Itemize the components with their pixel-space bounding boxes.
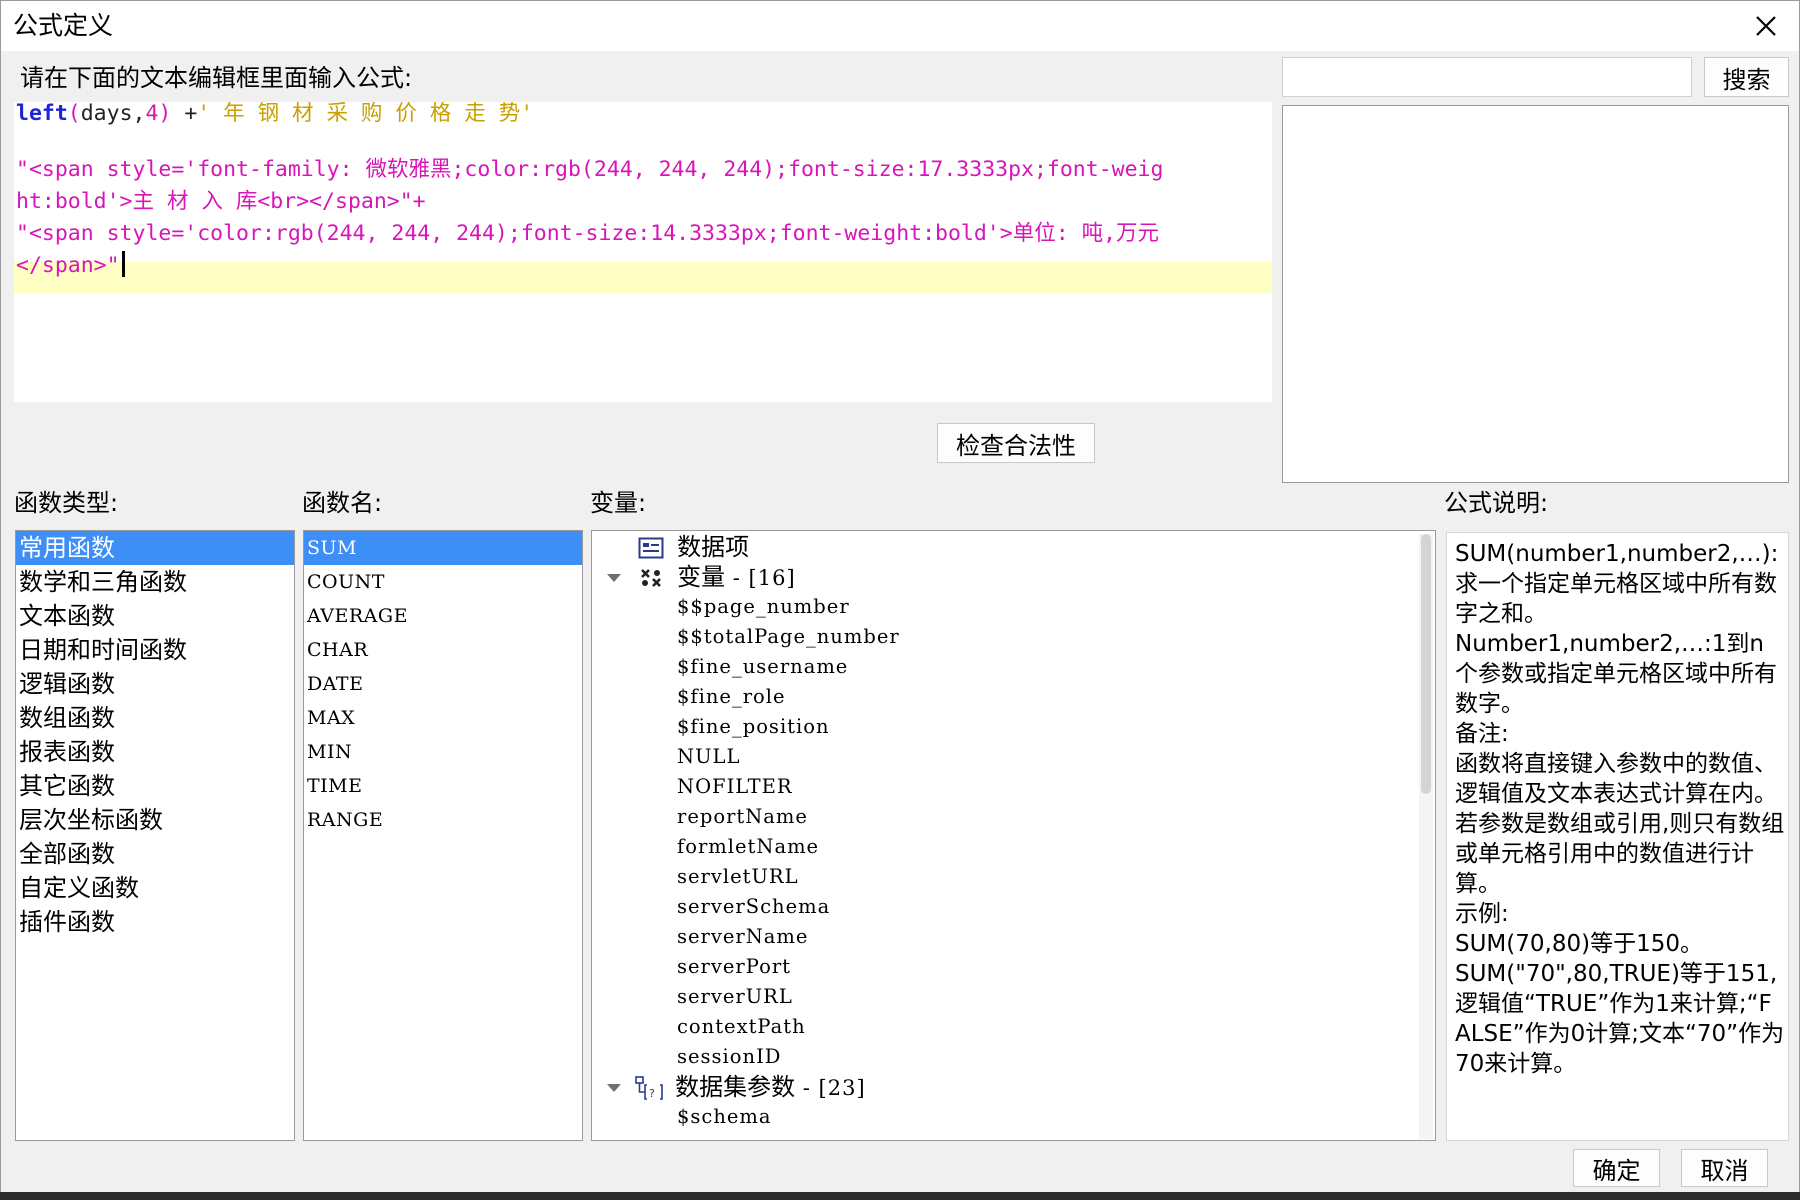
variable-item[interactable]: NULL: [677, 742, 740, 772]
function-name-item[interactable]: TIME: [304, 769, 582, 803]
function-types-label: 函数类型:: [14, 489, 119, 517]
current-line-highlight: [14, 262, 1272, 294]
code-line-3: "<span style='font-family: 微软雅黑;color:rg…: [16, 157, 1164, 182]
function-type-item[interactable]: 层次坐标函数: [16, 803, 294, 837]
code-string: ' 年 钢 材 采 购 价 格 走 势': [197, 102, 534, 126]
code-line-4: ht:bold'>主 材 入 库<br></span>"+: [16, 189, 426, 214]
formula-editor[interactable]: left(days,4) +' 年 钢 材 采 购 价 格 走 势' "<spa…: [14, 102, 1272, 402]
variables-scrollbar-thumb[interactable]: [1421, 534, 1431, 794]
code-comma: ,: [132, 102, 146, 126]
check-validity-button[interactable]: 检查合法性: [937, 423, 1095, 463]
tree-node-variables[interactable]: 变量 - [16]: [638, 562, 796, 592]
function-type-item[interactable]: 数学和三角函数: [16, 565, 294, 599]
function-names-list: SUM COUNT AVERAGE CHAR DATE MAX MIN TIME…: [303, 530, 583, 1141]
variable-item[interactable]: contextPath: [677, 1012, 806, 1042]
tree-node-count: - [23]: [795, 1076, 866, 1100]
function-type-item[interactable]: 其它函数: [16, 769, 294, 803]
variables-tree: 数据项 变量 - [16] $$page_number $$totalPage_…: [591, 530, 1436, 1141]
function-names-label: 函数名:: [302, 489, 383, 517]
tree-node-label: 变量: [677, 563, 726, 591]
code-number: 4: [145, 102, 159, 126]
variable-item[interactable]: $fine_position: [677, 712, 830, 742]
function-type-item[interactable]: 逻辑函数: [16, 667, 294, 701]
code-plus: +: [171, 102, 198, 126]
function-type-item[interactable]: 日期和时间函数: [16, 633, 294, 667]
code-line-5: "<span style='color:rgb(244, 244, 244);f…: [16, 221, 1160, 246]
function-type-item[interactable]: 自定义函数: [16, 871, 294, 905]
tree-node-label: 数据集参数: [675, 1073, 796, 1101]
function-name-item[interactable]: COUNT: [304, 565, 582, 599]
variable-item[interactable]: serverSchema: [677, 892, 830, 922]
search-button[interactable]: 搜索: [1704, 57, 1789, 97]
expand-arrow-icon[interactable]: [607, 574, 621, 582]
variable-item[interactable]: servletURL: [677, 862, 799, 892]
function-type-item[interactable]: 常用函数: [16, 531, 294, 565]
search-input[interactable]: [1282, 57, 1692, 97]
function-types-list: 常用函数 数学和三角函数 文本函数 日期和时间函数 逻辑函数 数组函数 报表函数…: [15, 530, 295, 1141]
description-label: 公式说明:: [1444, 489, 1549, 517]
search-results-panel: [1282, 105, 1789, 483]
tree-node-label: 数据项: [677, 533, 750, 561]
svg-text:?: ?: [649, 1087, 655, 1100]
variable-item[interactable]: $$page_number: [677, 592, 850, 622]
function-name-item[interactable]: RANGE: [304, 803, 582, 837]
code-function-name: left: [16, 102, 68, 126]
code-line-6: </span>": [16, 250, 125, 282]
function-name-item[interactable]: DATE: [304, 667, 582, 701]
function-type-item[interactable]: 插件函数: [16, 905, 294, 939]
formula-description-text: SUM(number1,number2,…):求一个指定单元格区域中所有数字之和…: [1455, 541, 1785, 1077]
window-title: 公式定义: [13, 11, 114, 40]
ok-button[interactable]: 确定: [1573, 1149, 1660, 1187]
tree-node-count: - [16]: [725, 566, 796, 590]
variable-item[interactable]: NOFILTER: [677, 772, 793, 802]
code-line-6-text: </span>": [16, 253, 120, 278]
tree-node-data-items[interactable]: 数据项: [638, 532, 749, 562]
variable-item[interactable]: serverPort: [677, 952, 791, 982]
function-type-item[interactable]: 数组函数: [16, 701, 294, 735]
variable-item[interactable]: sessionID: [677, 1042, 781, 1072]
data-item-icon: [638, 537, 664, 559]
tree-node-dataset-params[interactable]: ? 数据集参数 - [23]: [634, 1072, 866, 1102]
title-bar: 公式定义: [1, 1, 1799, 51]
formula-definition-dialog: 公式定义 请在下面的文本编辑框里面输入公式: left(days,4) +' 年…: [0, 0, 1800, 1200]
cancel-button[interactable]: 取消: [1681, 1149, 1768, 1187]
variable-group-icon: [641, 569, 661, 587]
dataset-parameter-icon: ?: [635, 1076, 663, 1100]
code-paren-open: (: [67, 102, 81, 126]
function-name-item[interactable]: SUM: [304, 531, 582, 565]
background-strip: [0, 1192, 1800, 1200]
variables-label: 变量:: [590, 489, 647, 517]
variable-item[interactable]: $fine_username: [677, 652, 848, 682]
formula-description-box: SUM(number1,number2,…):求一个指定单元格区域中所有数字之和…: [1446, 532, 1789, 1141]
close-button[interactable]: [1733, 1, 1799, 51]
variable-item[interactable]: $$totalPage_number: [677, 622, 900, 652]
function-name-item[interactable]: AVERAGE: [304, 599, 582, 633]
function-name-item[interactable]: MAX: [304, 701, 582, 735]
variable-item[interactable]: serverName: [677, 922, 808, 952]
variable-item[interactable]: reportName: [677, 802, 808, 832]
function-type-item[interactable]: 文本函数: [16, 599, 294, 633]
variable-item[interactable]: $fine_role: [677, 682, 786, 712]
function-type-item[interactable]: 报表函数: [16, 735, 294, 769]
code-line-1: left(days,4) +' 年 钢 材 采 购 价 格 走 势': [16, 102, 533, 130]
text-caret: [121, 251, 125, 277]
variable-item[interactable]: formletName: [677, 832, 819, 862]
variable-item[interactable]: serverURL: [677, 982, 793, 1012]
dataset-parameter-item[interactable]: $schema: [677, 1102, 772, 1132]
code-paren-close: ): [158, 102, 172, 126]
function-type-item[interactable]: 全部函数: [16, 837, 294, 871]
editor-label: 请在下面的文本编辑框里面输入公式:: [20, 64, 413, 92]
code-argument: days: [80, 102, 133, 126]
close-icon: [1756, 16, 1776, 36]
function-name-item[interactable]: MIN: [304, 735, 582, 769]
expand-arrow-icon[interactable]: [607, 1084, 621, 1092]
function-name-item[interactable]: CHAR: [304, 633, 582, 667]
